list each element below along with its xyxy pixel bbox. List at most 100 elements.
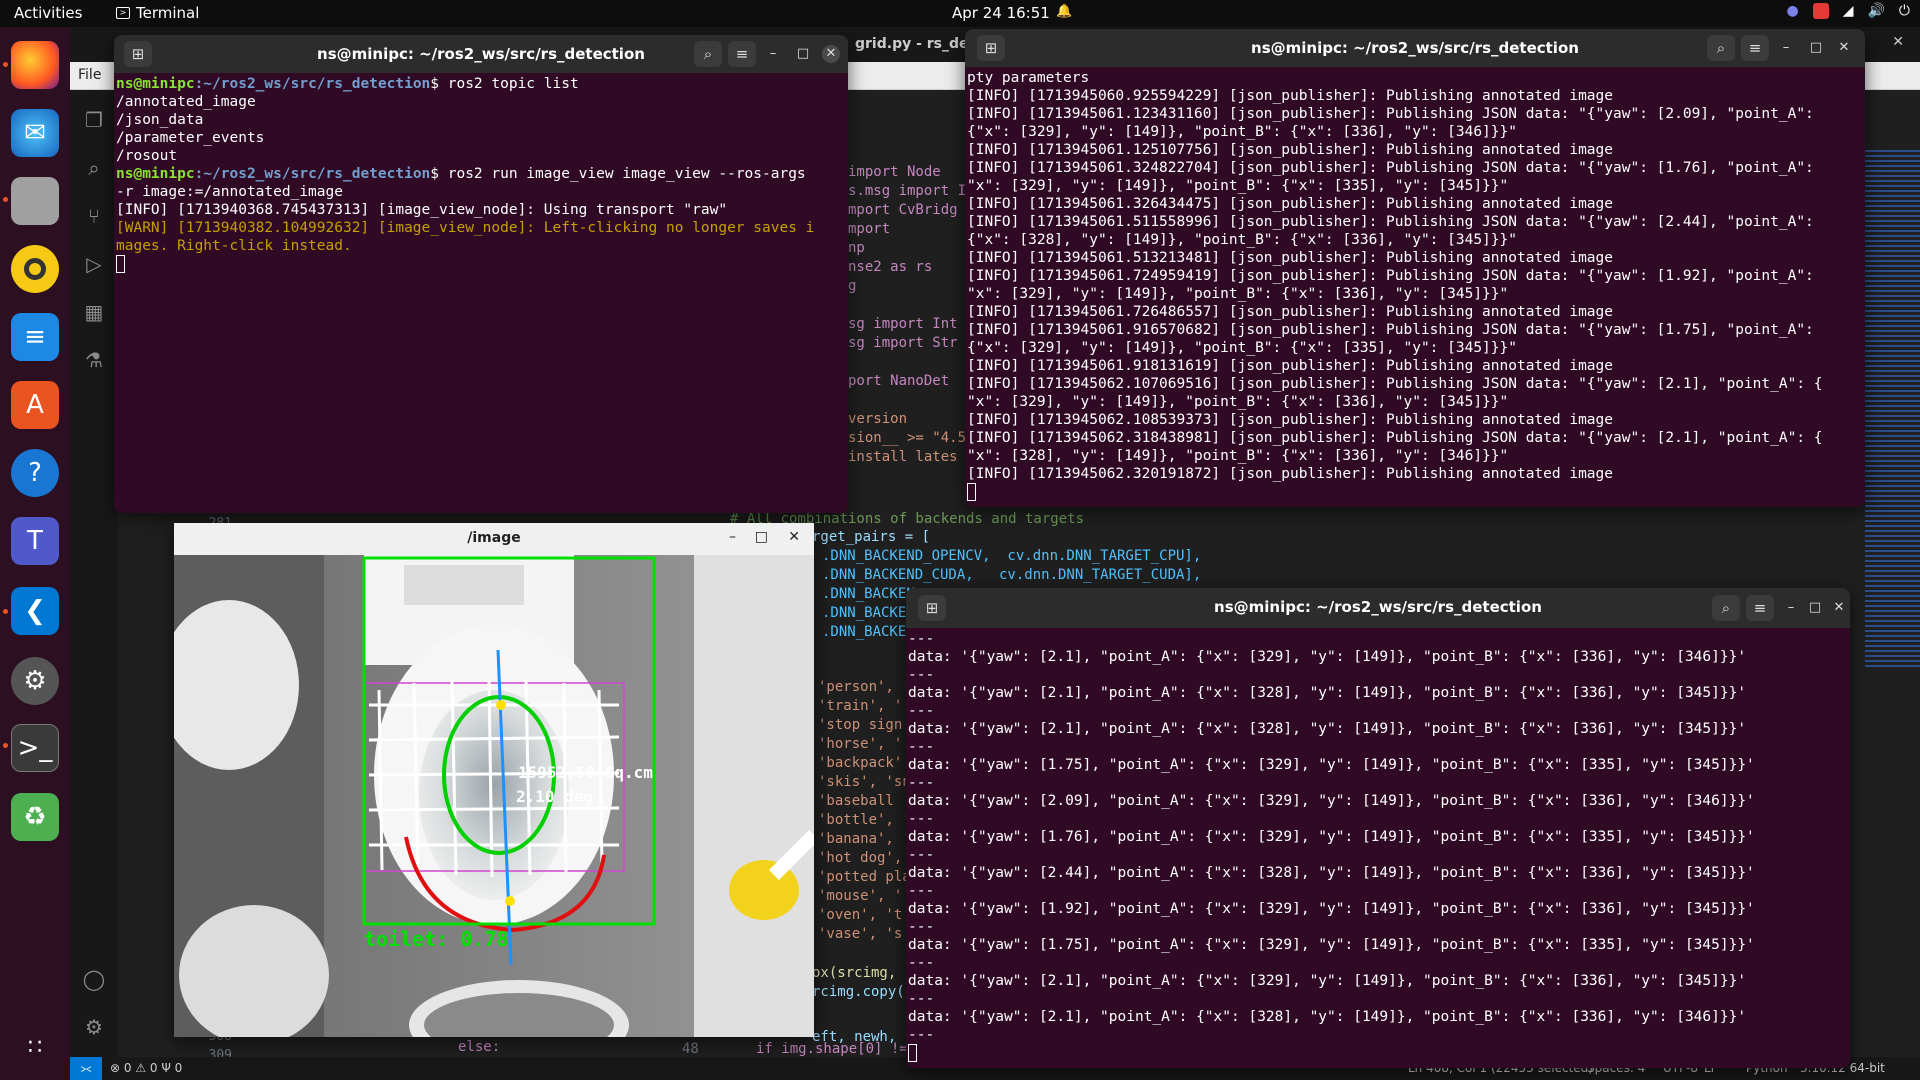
teams-icon[interactable]: T (11, 517, 59, 565)
explorer-icon[interactable]: ❐ (81, 108, 107, 134)
show-apps-icon[interactable]: ∷ (11, 1023, 59, 1071)
extensions-icon[interactable]: ▦ (81, 300, 107, 326)
search-icon[interactable]: ⌕ (1707, 35, 1735, 61)
separator-line: --- (908, 883, 935, 899)
log-line: [INFO] [1713945061.324822704] [json_publ… (967, 160, 1814, 176)
separator-line: --- (908, 991, 935, 1007)
angle-label: 2.10 deg (516, 787, 594, 806)
thunderbird-icon[interactable]: ✉ (11, 109, 59, 157)
data-line: data: '{"yaw": [1.75], "point_A": {"x": … (908, 937, 1755, 953)
close-icon[interactable]: ✕ (822, 45, 840, 63)
activities-button[interactable]: Activities (14, 4, 82, 22)
terminal-2-header: ⊞ ns@minipc: ~/ros2_ws/src/rs_detection … (965, 29, 1865, 67)
volume-icon: 🔊 (1867, 3, 1885, 19)
minimap[interactable] (1865, 90, 1920, 990)
close-icon[interactable]: ✕ (788, 529, 800, 545)
info-line: [INFO] [1713940368.745437313] [image_vie… (116, 202, 728, 218)
terminal-cursor (116, 255, 125, 273)
app-center-icon[interactable]: A (11, 381, 59, 429)
firefox-icon[interactable] (11, 41, 59, 89)
maximize-icon[interactable]: □ (1807, 39, 1825, 57)
system-tray[interactable]: ● ◢ 🔊 ⏻ (1786, 3, 1910, 19)
bell-icon: 🔔 (1056, 4, 1073, 19)
hamburger-menu-icon[interactable]: ≡ (1741, 35, 1769, 61)
terminal-1-output[interactable]: ns@minipc:~/ros2_ws/src/rs_detection$ ro… (114, 73, 848, 513)
code-fragment: .DNN_BACKEN (822, 624, 915, 640)
log-line: [INFO] [1713945061.123431160] [json_publ… (967, 106, 1814, 122)
accounts-icon[interactable]: ◯ (81, 967, 107, 993)
settings-icon[interactable]: ⚙ (11, 657, 59, 705)
rhythmbox-icon[interactable] (11, 245, 59, 293)
terminal-dock-icon[interactable]: >_ (11, 724, 59, 772)
minimize-icon[interactable]: – (729, 529, 736, 545)
separator-line: --- (908, 847, 935, 863)
vscode-icon[interactable]: ❮ (11, 587, 59, 635)
search-icon[interactable]: ⌕ (1712, 595, 1740, 621)
code-fragment: mport (848, 221, 891, 237)
point-a (496, 700, 506, 710)
hamburger-menu-icon[interactable]: ≡ (728, 41, 756, 67)
annotated-image[interactable]: 15952.50 Sq.cm 2.10 deg toilet: 0.78 (174, 555, 814, 1037)
separator-line: --- (908, 631, 935, 647)
code-fragment: 'oven', 't (818, 907, 903, 923)
warn-line: mages. Right-click instead. (116, 238, 352, 254)
writer-icon[interactable]: ≡ (11, 313, 59, 361)
code-fragment: import Node (848, 164, 941, 180)
close-icon[interactable]: ✕ (1835, 39, 1853, 57)
code-fragment: .DNN_BACKEND_CUDA, cv.dnn.DNN_TARGET_CUD… (822, 567, 1202, 583)
files-icon[interactable] (11, 177, 59, 225)
separator-line: --- (908, 775, 935, 791)
terminal-2-output[interactable]: pty parameters [INFO] [1713945060.9255942… (965, 67, 1865, 507)
warn-line: [WARN] [1713940382.104992632] [image_vie… (116, 220, 815, 236)
trash-icon[interactable]: ♻ (11, 793, 59, 841)
run-debug-icon[interactable]: ▷ (81, 252, 107, 278)
maximize-icon[interactable]: □ (755, 529, 768, 545)
separator-line: --- (908, 667, 935, 683)
dock: ✉ ≡ A ? T ❮ ⚙ >_ ♻ ∷ (0, 27, 70, 1080)
maximize-icon[interactable]: □ (794, 45, 812, 63)
separator-line: --- (908, 739, 935, 755)
minimize-icon[interactable]: – (1777, 39, 1795, 57)
search-icon[interactable]: ⌕ (694, 41, 722, 67)
data-line: data: '{"yaw": [2.1], "point_A": {"x": [… (908, 649, 1747, 665)
image-window-title: /image (467, 530, 521, 546)
code-fragment: .DNN_BACKEND_OPENCV, cv.dnn.DNN_TARGET_C… (822, 548, 1202, 564)
hamburger-menu-icon[interactable]: ≡ (1746, 595, 1774, 621)
code-fragment: install lates (848, 449, 958, 465)
log-line: {"x": [329], "y": [149]}, "point_B": {"x… (967, 340, 1517, 356)
maximize-icon[interactable]: □ (1806, 599, 1824, 617)
source-control-icon[interactable]: ⑂ (81, 204, 107, 230)
help-icon[interactable]: ? (11, 449, 59, 497)
remote-icon[interactable]: ⪥ (70, 1057, 102, 1080)
search-icon[interactable]: ⌕ (81, 156, 107, 182)
code-fragment: rcimg.copy( (812, 984, 905, 1000)
terminal-3-output[interactable]: --- data: '{"yaw": [2.1], "point_A": {"x"… (906, 628, 1850, 1068)
minimize-icon[interactable]: – (1782, 599, 1800, 617)
log-line: [INFO] [1713945061.326434475] [json_publ… (967, 196, 1614, 212)
terminal-3-title: ns@minipc: ~/ros2_ws/src/rs_detection (1214, 598, 1542, 616)
code-fragment: .DNN_BACKEN (822, 586, 915, 602)
problems-status[interactable]: ⊗ 0 ⚠ 0 Ψ 0 (110, 1061, 182, 1075)
clock[interactable]: Apr 24 16:51 (952, 4, 1050, 22)
minimize-icon[interactable]: – (764, 45, 782, 63)
menu-file[interactable]: File (78, 67, 101, 83)
code-fragment: .DNN_BACKEN (822, 605, 915, 621)
log-line: "x": [329], "y": [149]}, "point_B": {"x"… (967, 394, 1509, 410)
close-icon[interactable]: ✕ (1830, 599, 1848, 617)
code-fragment: 'skis', 'sn (818, 774, 911, 790)
output-line: /rosout (116, 148, 178, 164)
app-name: Terminal (136, 4, 200, 22)
terminal-window-2: ⊞ ns@minipc: ~/ros2_ws/src/rs_detection … (965, 29, 1865, 507)
manage-gear-icon[interactable]: ⚙ (81, 1015, 107, 1041)
log-line: {"x": [328], "y": [149]}, "point_B": {"x… (967, 232, 1517, 248)
vscode-close-icon[interactable]: ✕ (1892, 34, 1904, 50)
code-fragment: 'backpack' (818, 755, 903, 771)
annotated-image-canvas (174, 555, 814, 1037)
code-fragment: 'potted pla (818, 869, 911, 885)
prompt-path: :~/ros2_ws/src/rs_detection (194, 76, 431, 92)
point-b (505, 896, 515, 906)
prompt-user: ns@minipc (116, 166, 195, 182)
testing-icon[interactable]: ⚗ (81, 348, 107, 374)
app-menu[interactable]: > Terminal (116, 4, 199, 22)
code-fragment: 'mouse', ' (818, 888, 903, 904)
